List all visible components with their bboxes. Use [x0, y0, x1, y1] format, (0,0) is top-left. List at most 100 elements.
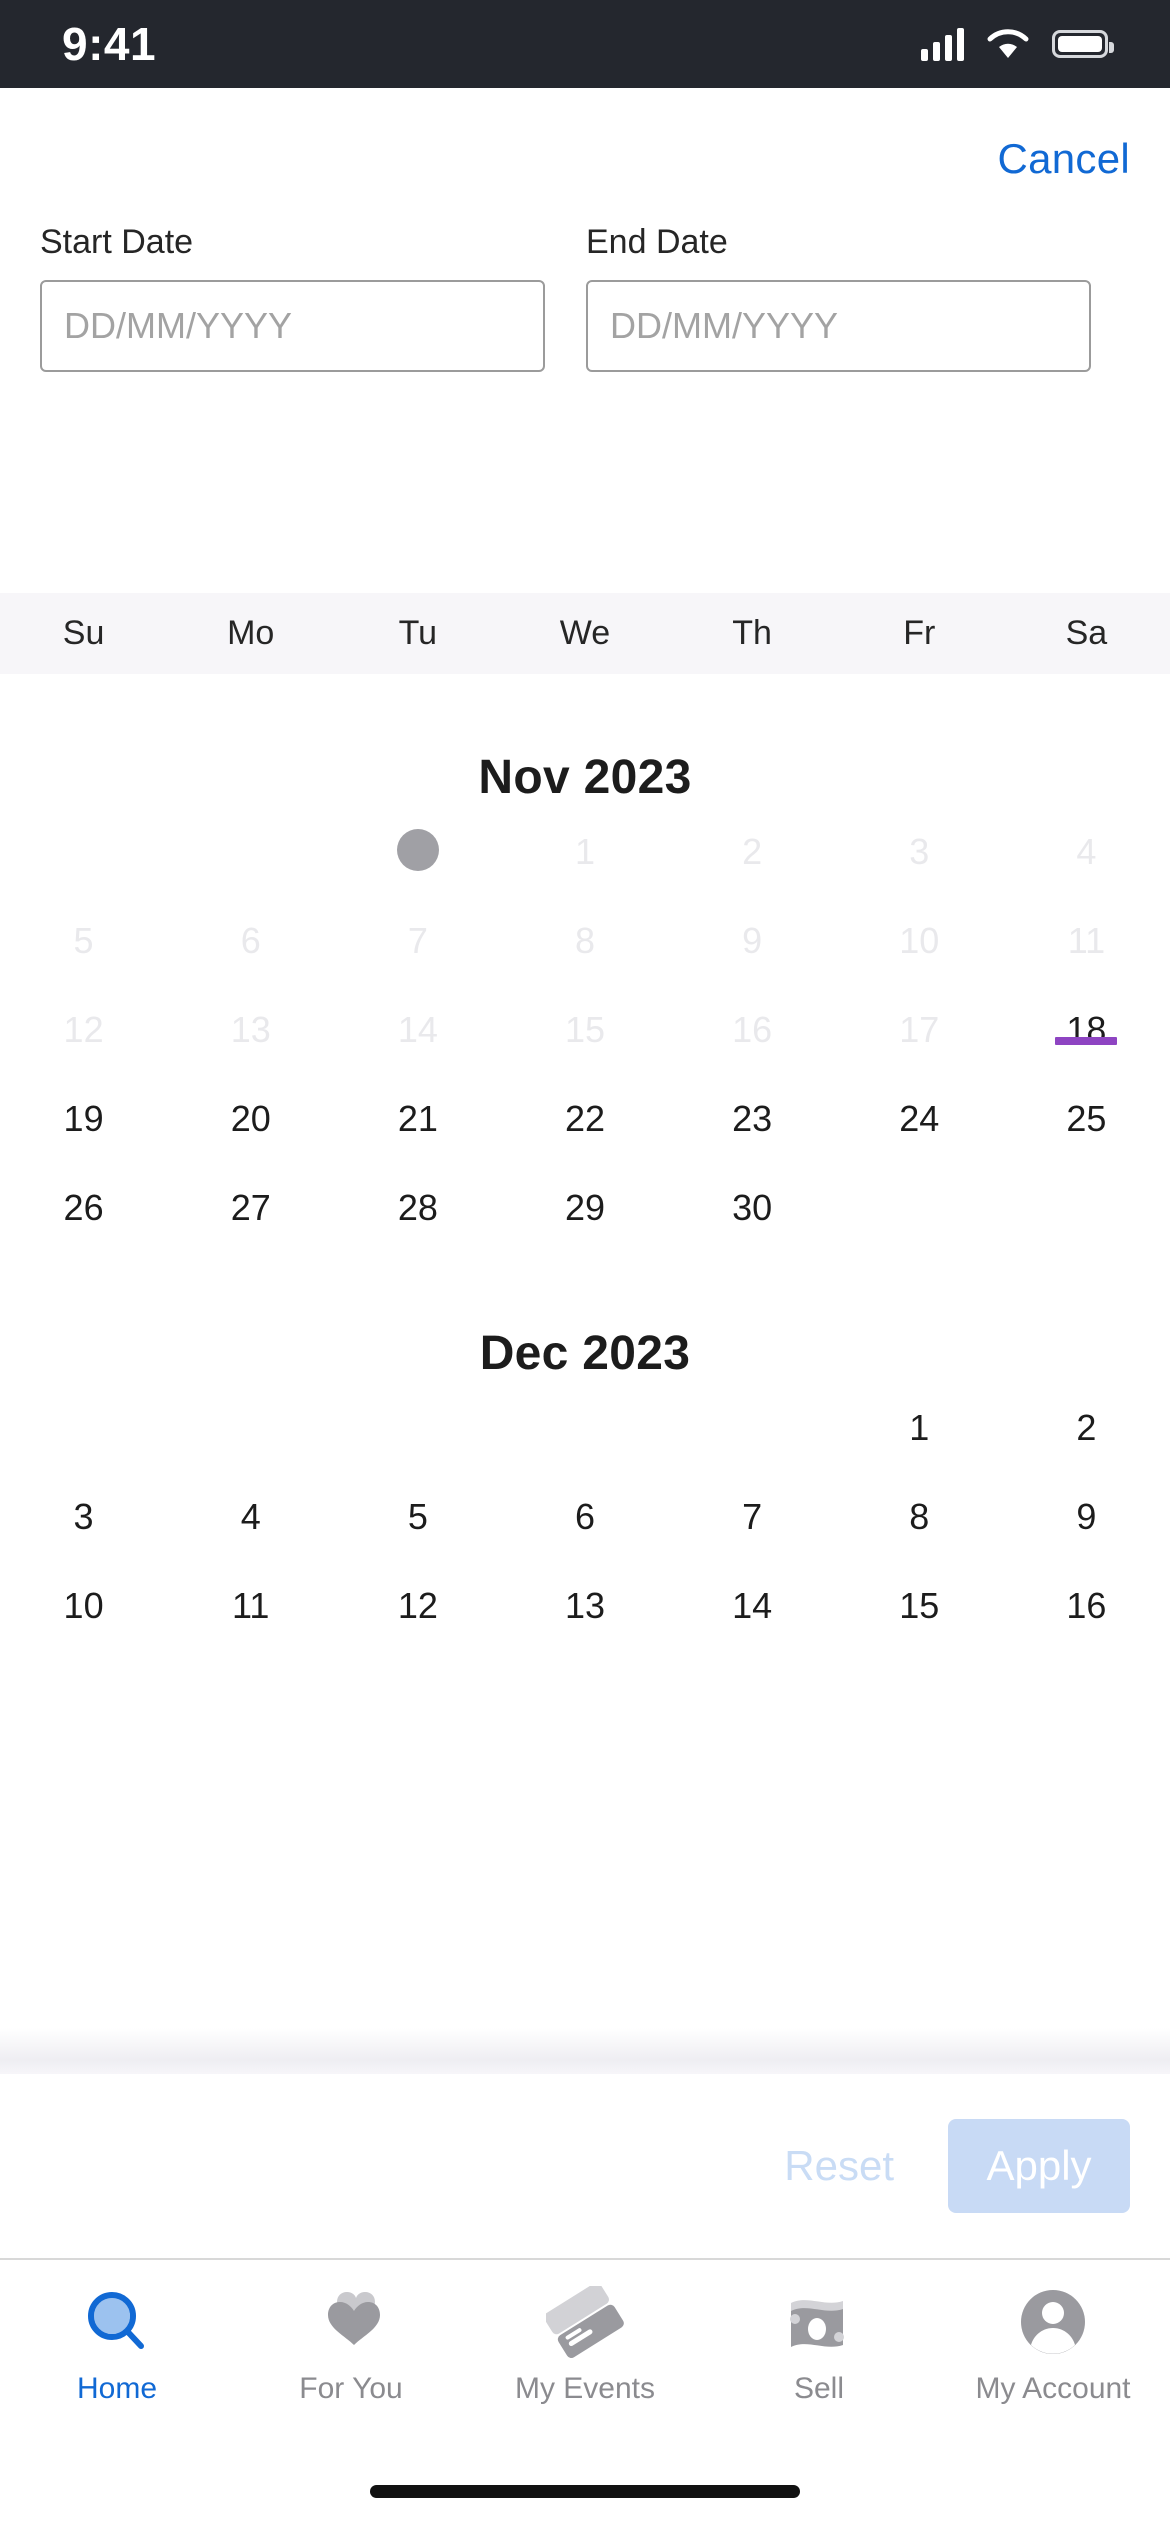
calendar-day-cell — [167, 805, 334, 831]
end-date-input[interactable] — [586, 280, 1091, 372]
calendar-day-placeholder — [334, 805, 501, 871]
calendar-day-cell[interactable]: 5 — [334, 1470, 501, 1538]
tab-my-events[interactable]: My Events — [468, 2284, 702, 2406]
calendar-day-label: 29 — [564, 1187, 606, 1228]
calendar-day-cell[interactable]: 12 — [334, 1559, 501, 1627]
home-indicator — [370, 2485, 800, 2498]
tab-sell[interactable]: Sell — [702, 2284, 936, 2406]
action-bar: Reset Apply — [0, 2074, 1170, 2258]
cancel-button[interactable]: Cancel — [997, 135, 1130, 183]
calendar-day-label: 12 — [397, 1585, 438, 1626]
calendar-day-cell[interactable]: 19 — [0, 1072, 167, 1140]
calendar-day-label: 11 — [232, 1585, 270, 1626]
calendar-day-cell[interactable]: 11 — [167, 1559, 334, 1627]
calendar-day-cell: 14 — [334, 983, 501, 1051]
battery-icon — [1052, 30, 1114, 58]
calendar-day-label: 9 — [1076, 1496, 1097, 1537]
calendar-day-cell: 7 — [334, 894, 501, 962]
calendar-day-cell[interactable]: 10 — [0, 1559, 167, 1627]
calendar-day-label: 1 — [574, 831, 595, 872]
hearts-icon — [313, 2284, 389, 2360]
reset-button[interactable]: Reset — [730, 2142, 948, 2190]
calendar-day-cell[interactable]: 30 — [669, 1161, 836, 1229]
calendar-day-cell[interactable]: 6 — [501, 1470, 668, 1538]
weekday-label-sa: Sa — [1065, 614, 1108, 652]
calendar-day-cell[interactable]: 8 — [836, 1470, 1003, 1538]
date-fields: Start Date End Date — [0, 183, 1170, 372]
calendar-day-cell[interactable]: 27 — [167, 1161, 334, 1229]
weekday-label-we: We — [559, 614, 611, 652]
calendar-day-label: 20 — [230, 1098, 271, 1139]
month-title: Dec 2023 — [479, 1327, 691, 1380]
calendar-day-cell[interactable]: 14 — [669, 1559, 836, 1627]
calendar-day-label: 11 — [1067, 920, 1106, 961]
weekday-label-mo: Mo — [227, 614, 275, 652]
status-indicators — [921, 27, 1114, 61]
calendar-day-cell: 6 — [167, 894, 334, 962]
calendar-day-cell: 1 — [501, 805, 668, 873]
calendar-day-cell[interactable]: 4 — [167, 1470, 334, 1538]
calendar-day-label: 12 — [63, 1009, 104, 1050]
calendar-day-label: 13 — [564, 1585, 606, 1626]
calendar-day-label: 21 — [397, 1098, 438, 1139]
calendar-day-cell: 8 — [501, 894, 668, 962]
calendar-day-cell[interactable]: 9 — [1003, 1470, 1170, 1538]
calendar-week-row: 12 13 14 15 16 17 18 — [0, 983, 1170, 1072]
calendar-day-cell — [669, 1381, 836, 1407]
calendar-day-cell — [836, 1161, 1003, 1187]
calendar-day-label: 13 — [230, 1009, 271, 1050]
calendar-week-row: 26 27 28 29 30 — [0, 1161, 1170, 1250]
calendar-day-label: 15 — [564, 1009, 606, 1050]
calendar-day-cell[interactable]: 22 — [501, 1072, 668, 1140]
calendar-day-cell[interactable]: 13 — [501, 1559, 668, 1627]
calendar-day-cell[interactable]: 16 — [1003, 1559, 1170, 1627]
calendar-day-cell[interactable]: 29 — [501, 1161, 668, 1229]
calendar-day-cell[interactable]: 28 — [334, 1161, 501, 1229]
calendar-day-label: 17 — [899, 1009, 940, 1050]
tab-home[interactable]: Home — [0, 2284, 234, 2406]
search-icon — [81, 2284, 153, 2360]
calendar-day-cell: 2 — [669, 805, 836, 873]
tab-label-my-account: My Account — [975, 2372, 1131, 2405]
calendar-day-cell[interactable]: 2 — [1003, 1381, 1170, 1449]
calendar-day-label: 25 — [1066, 1098, 1107, 1139]
calendar-day-label: 1 — [909, 1407, 930, 1448]
calendar-day-label: 6 — [574, 1496, 595, 1537]
weekday-label-th: Th — [732, 614, 772, 652]
calendar-fade-overlay — [0, 2028, 1170, 2074]
status-time: 9:41 — [62, 18, 157, 70]
calendar-day-cell[interactable]: 1 — [836, 1381, 1003, 1449]
calendar-day-cell[interactable]: 7 — [669, 1470, 836, 1538]
calendar-day-label: 3 — [73, 1496, 94, 1537]
calendar-scroll-area[interactable]: Nov 2023 1 2 3 4 5 6 7 8 9 10 11 12 13 14 15 16 17 18 19 20 2… — [0, 674, 1170, 2074]
today-indicator — [1055, 1037, 1118, 1045]
calendar-day-cell[interactable]: 26 — [0, 1161, 167, 1229]
calendar-day-cell[interactable]: 25 — [1003, 1072, 1170, 1140]
tab-for-you[interactable]: For You — [234, 2284, 468, 2406]
calendar-day-label: 6 — [240, 920, 261, 961]
calendar-day-label: 22 — [564, 1098, 606, 1139]
calendar-day-cell[interactable]: 3 — [0, 1470, 167, 1538]
calendar-day-cell[interactable]: 20 — [167, 1072, 334, 1140]
start-date-field-group: Start Date — [40, 223, 545, 372]
app-screen: 9:41 Cancel Start Date End Date — [0, 0, 1170, 2532]
start-date-label: Start Date — [40, 223, 194, 261]
calendar-day-cell[interactable]: 21 — [334, 1072, 501, 1140]
calendar-day-cell: 4 — [1003, 805, 1170, 873]
calendar-day-cell[interactable]: 18 — [1003, 983, 1170, 1051]
calendar-day-label: 26 — [63, 1187, 104, 1228]
calendar-day-cell[interactable]: 24 — [836, 1072, 1003, 1140]
end-date-field-group: End Date — [586, 223, 1091, 372]
apply-button[interactable]: Apply — [948, 2119, 1130, 2213]
cancel-row: Cancel — [0, 88, 1170, 183]
tab-my-account[interactable]: My Account — [936, 2284, 1170, 2406]
calendar-day-label: 5 — [73, 920, 94, 961]
calendar-day-cell — [0, 805, 167, 831]
calendar-day-cell: 12 — [0, 983, 167, 1051]
calendar-day-label: 28 — [397, 1187, 438, 1228]
filter-header: Cancel Start Date End Date — [0, 88, 1170, 372]
start-date-input[interactable] — [40, 280, 545, 372]
calendar-day-cell[interactable]: 23 — [669, 1072, 836, 1140]
calendar-day-cell[interactable]: 15 — [836, 1559, 1003, 1627]
calendar-day-label: 10 — [63, 1585, 104, 1626]
